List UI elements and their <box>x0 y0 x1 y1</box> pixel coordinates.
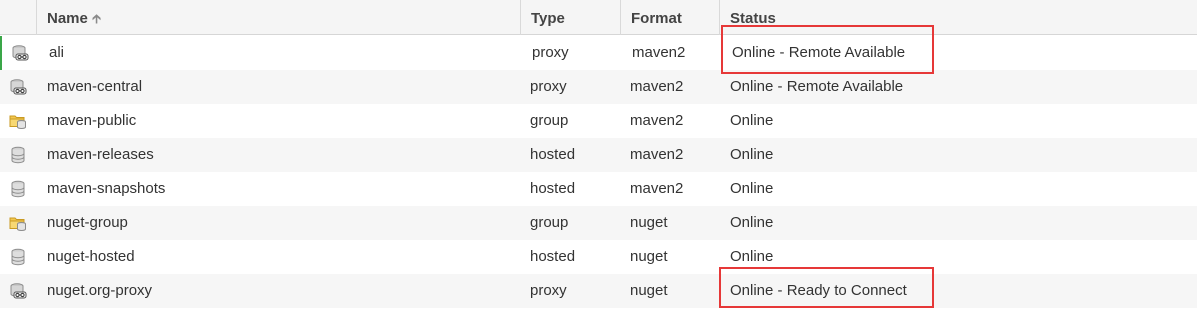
repository-type: hosted <box>530 180 576 197</box>
group-repository-icon <box>9 214 27 232</box>
repository-format: nuget <box>630 214 668 231</box>
repository-name: maven-public <box>47 112 137 129</box>
repository-name: maven-central <box>47 78 143 95</box>
repository-name: ali <box>49 44 65 61</box>
column-header-type-label: Type <box>531 10 565 27</box>
hosted-repository-icon <box>9 248 27 266</box>
repositories-grid: Name 🡱 Type Format Status ali proxy maven2 O… <box>0 0 1197 315</box>
repository-name: nuget-group <box>47 214 128 231</box>
repository-status: Online <box>730 112 774 129</box>
sort-ascending-icon: 🡱 <box>91 11 102 26</box>
column-header-type[interactable]: Type <box>520 0 620 35</box>
column-header-format-label: Format <box>631 10 682 27</box>
repository-format: maven2 <box>630 112 684 129</box>
table-row[interactable]: nuget-group group nuget Online <box>0 206 1197 240</box>
repository-format: maven2 <box>630 78 684 95</box>
proxy-repository-icon <box>9 282 27 300</box>
repository-format: maven2 <box>630 146 684 163</box>
grid-header: Name 🡱 Type Format Status <box>0 0 1197 35</box>
group-repository-icon <box>9 112 27 130</box>
repository-status: Online <box>730 146 774 163</box>
repository-name: maven-releases <box>47 146 154 163</box>
repository-format: maven2 <box>630 180 684 197</box>
table-row[interactable]: maven-public group maven2 Online <box>0 104 1197 138</box>
repository-type: proxy <box>530 78 567 95</box>
icon-column-header <box>0 0 36 35</box>
repository-format: nuget <box>630 282 668 299</box>
table-row[interactable]: nuget-hosted hosted nuget Online <box>0 240 1197 274</box>
repository-type: proxy <box>532 44 569 61</box>
repository-name: nuget.org-proxy <box>47 282 153 299</box>
status-highlight-box <box>719 267 934 308</box>
hosted-repository-icon <box>9 146 27 164</box>
repository-status: Online <box>730 214 774 231</box>
table-row[interactable]: maven-snapshots hosted maven2 Online <box>0 172 1197 206</box>
status-highlight-box <box>721 25 934 74</box>
repository-status: Online - Remote Available <box>730 78 904 95</box>
repository-type: proxy <box>530 282 567 299</box>
hosted-repository-icon <box>9 180 27 198</box>
repository-name: maven-snapshots <box>47 180 166 197</box>
table-row[interactable]: maven-releases hosted maven2 Online <box>0 138 1197 172</box>
repository-format: nuget <box>630 248 668 265</box>
proxy-repository-icon <box>9 78 27 96</box>
repository-type: group <box>530 214 569 231</box>
repository-format: maven2 <box>632 44 686 61</box>
column-header-name-label: Name <box>47 10 88 27</box>
table-row[interactable]: ali proxy maven2 Online - Remote Available <box>0 36 1197 70</box>
repository-type: hosted <box>530 248 576 265</box>
column-header-format[interactable]: Format <box>620 0 719 35</box>
table-row[interactable]: maven-central proxy maven2 Online - Remote … <box>0 70 1197 104</box>
repository-type: hosted <box>530 146 576 163</box>
repository-name: nuget-hosted <box>47 248 135 265</box>
repository-status: Online <box>730 180 774 197</box>
repository-type: group <box>530 112 569 129</box>
table-row[interactable]: nuget.org-proxy proxy nuget Online - Ready … <box>0 274 1197 308</box>
proxy-repository-icon <box>11 44 29 62</box>
column-header-name[interactable]: Name 🡱 <box>36 0 520 35</box>
